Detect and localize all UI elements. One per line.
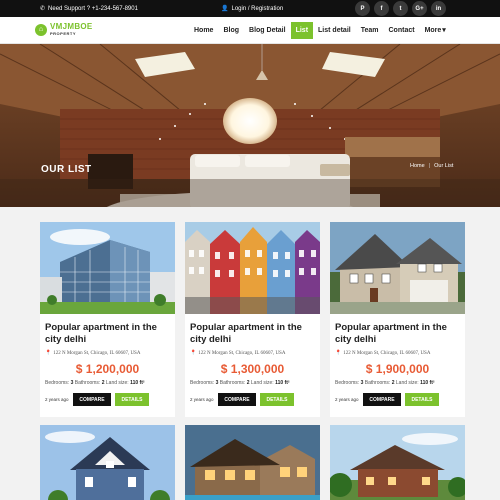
breadcrumb-current: Our List (434, 163, 454, 169)
phone-icon: ✆ (40, 6, 46, 12)
listing-card[interactable] (40, 425, 175, 500)
logo-sub: PROPERTY (50, 31, 77, 36)
menu-item-home[interactable]: Home (189, 22, 218, 39)
menu-item-blog-detail[interactable]: Blog Detail (244, 22, 291, 39)
page-title: OUR LIST (41, 164, 92, 175)
bedrooms-value: 3 (70, 380, 74, 386)
login-link[interactable]: 👤 Login / Registration (221, 5, 283, 13)
blue-house-photo (40, 425, 175, 500)
listing-title[interactable]: Popular apartment in the city delhi (190, 322, 318, 346)
listing-card[interactable]: Popular apartment in the city delhi 📍 122… (40, 222, 175, 417)
listing-address-text: 122 N Morgan St, Chicago, IL 60607, USA (53, 350, 141, 356)
location-pin-icon: 📍 (335, 351, 342, 356)
navbar: ⌂ VMJMBOE PROPERTY Home Blog Blog Detail… (0, 17, 500, 44)
listing-card[interactable]: Popular apartment in the city delhi 📍 122… (330, 222, 465, 417)
chevron-down-icon: ▾ (442, 27, 446, 34)
logo-brand: VMJMBOE (50, 22, 93, 31)
brick-house-photo (330, 425, 465, 500)
listing-card[interactable] (185, 425, 320, 500)
posted-time: 2 years ago (335, 397, 359, 402)
social-links: P f t G+ in (355, 1, 446, 16)
listing-photo[interactable] (185, 222, 320, 314)
breadcrumb-separator: | (428, 163, 431, 169)
menu-item-list-detail[interactable]: List detail (313, 22, 356, 39)
user-icon: 👤 (221, 6, 229, 12)
listing-price: $ 1,200,000 (75, 362, 140, 376)
bathrooms-label: Bathrooms: (364, 380, 391, 386)
support-text: Need Support ? +1-234-567-8901 (48, 5, 138, 12)
details-button[interactable]: DETAILS (405, 393, 439, 406)
bedrooms-value: 3 (360, 380, 364, 386)
listing-features: Bedrooms: 3 Bathrooms: 2 Land size: 110 … (45, 380, 145, 386)
colorful-townhouses-photo (185, 222, 320, 314)
hero-banner: OUR LIST Home | Our List (0, 44, 500, 207)
listing-address: 📍 122 N Morgan St, Chicago, IL 60607, USA (335, 350, 431, 357)
breadcrumb: Home | Our List (410, 163, 453, 169)
listing-title[interactable]: Popular apartment in the city delhi (335, 322, 463, 346)
listing-address-text: 122 N Morgan St, Chicago, IL 60607, USA (343, 350, 431, 356)
office-building-photo (40, 222, 175, 314)
land-size-label: Land size: (250, 380, 274, 386)
land-size-value: 110 ft² (275, 380, 290, 386)
listing-photo[interactable] (330, 222, 465, 314)
bedrooms-label: Bedrooms: (45, 380, 70, 386)
listing-address: 📍 122 N Morgan St, Chicago, IL 60607, USA (45, 350, 141, 357)
location-pin-icon: 📍 (45, 351, 52, 356)
bedrooms-label: Bedrooms: (190, 380, 215, 386)
pinterest-icon[interactable]: P (355, 1, 370, 16)
menu-item-contact[interactable]: Contact (384, 22, 420, 39)
menu-item-team[interactable]: Team (356, 22, 384, 39)
linkedin-icon[interactable]: in (431, 1, 446, 16)
bedrooms-label: Bedrooms: (335, 380, 360, 386)
main-menu: Home Blog Blog Detail List List detail T… (189, 22, 451, 39)
compare-button[interactable]: COMPARE (73, 393, 111, 406)
land-size-value: 110 ft² (130, 380, 145, 386)
google-plus-icon[interactable]: G+ (412, 1, 427, 16)
land-size-value: 110 ft² (420, 380, 435, 386)
listing-card[interactable]: Popular apartment in the city delhi 📍 122… (185, 222, 320, 417)
logo-mark-icon: ⌂ (35, 23, 47, 36)
land-size-label: Land size: (105, 380, 129, 386)
menu-item-list[interactable]: List (290, 22, 314, 39)
listing-features: Bedrooms: 3 Bathrooms: 2 Land size: 110 … (190, 380, 290, 386)
listing-photo[interactable] (40, 425, 175, 500)
support-info: ✆ Need Support ? +1-234-567-8901 (40, 5, 138, 13)
pool-house-photo (185, 425, 320, 500)
listing-photo[interactable] (330, 425, 465, 500)
compare-button[interactable]: COMPARE (218, 393, 256, 406)
menu-item-more[interactable]: More▾ (420, 22, 451, 39)
bathrooms-value: 2 (246, 380, 250, 386)
suburban-house-photo (330, 222, 465, 314)
listing-price: $ 1,900,000 (365, 362, 430, 376)
attic-bedroom-photo (0, 44, 500, 207)
details-button[interactable]: DETAILS (260, 393, 294, 406)
twitter-icon[interactable]: t (393, 1, 408, 16)
listing-address-text: 122 N Morgan St, Chicago, IL 60607, USA (198, 350, 286, 356)
listing-card[interactable] (330, 425, 465, 500)
bathrooms-label: Bathrooms: (219, 380, 246, 386)
details-button[interactable]: DETAILS (115, 393, 149, 406)
bathrooms-label: Bathrooms: (74, 380, 101, 386)
land-size-label: Land size: (395, 380, 419, 386)
top-bar: ✆ Need Support ? +1-234-567-8901 👤 Login… (0, 0, 500, 17)
menu-more-label: More (424, 27, 442, 34)
logo[interactable]: ⌂ VMJMBOE PROPERTY (35, 23, 93, 36)
facebook-icon[interactable]: f (374, 1, 389, 16)
compare-button[interactable]: COMPARE (363, 393, 401, 406)
posted-time: 2 years ago (190, 397, 214, 402)
posted-time: 2 years ago (45, 397, 69, 402)
listing-features: Bedrooms: 3 Bathrooms: 2 Land size: 110 … (335, 380, 435, 386)
menu-item-blog[interactable]: Blog (218, 22, 244, 39)
listing-address: 📍 122 N Morgan St, Chicago, IL 60607, USA (190, 350, 286, 357)
breadcrumb-home[interactable]: Home (410, 163, 425, 169)
bathrooms-value: 2 (391, 380, 395, 386)
bedrooms-value: 3 (215, 380, 219, 386)
location-pin-icon: 📍 (190, 351, 197, 356)
bathrooms-value: 2 (101, 380, 105, 386)
listing-title[interactable]: Popular apartment in the city delhi (45, 322, 173, 346)
listing-photo[interactable] (185, 425, 320, 500)
listing-price: $ 1,300,000 (220, 362, 285, 376)
listing-photo[interactable] (40, 222, 175, 314)
login-text[interactable]: Login / Registration (231, 6, 283, 12)
